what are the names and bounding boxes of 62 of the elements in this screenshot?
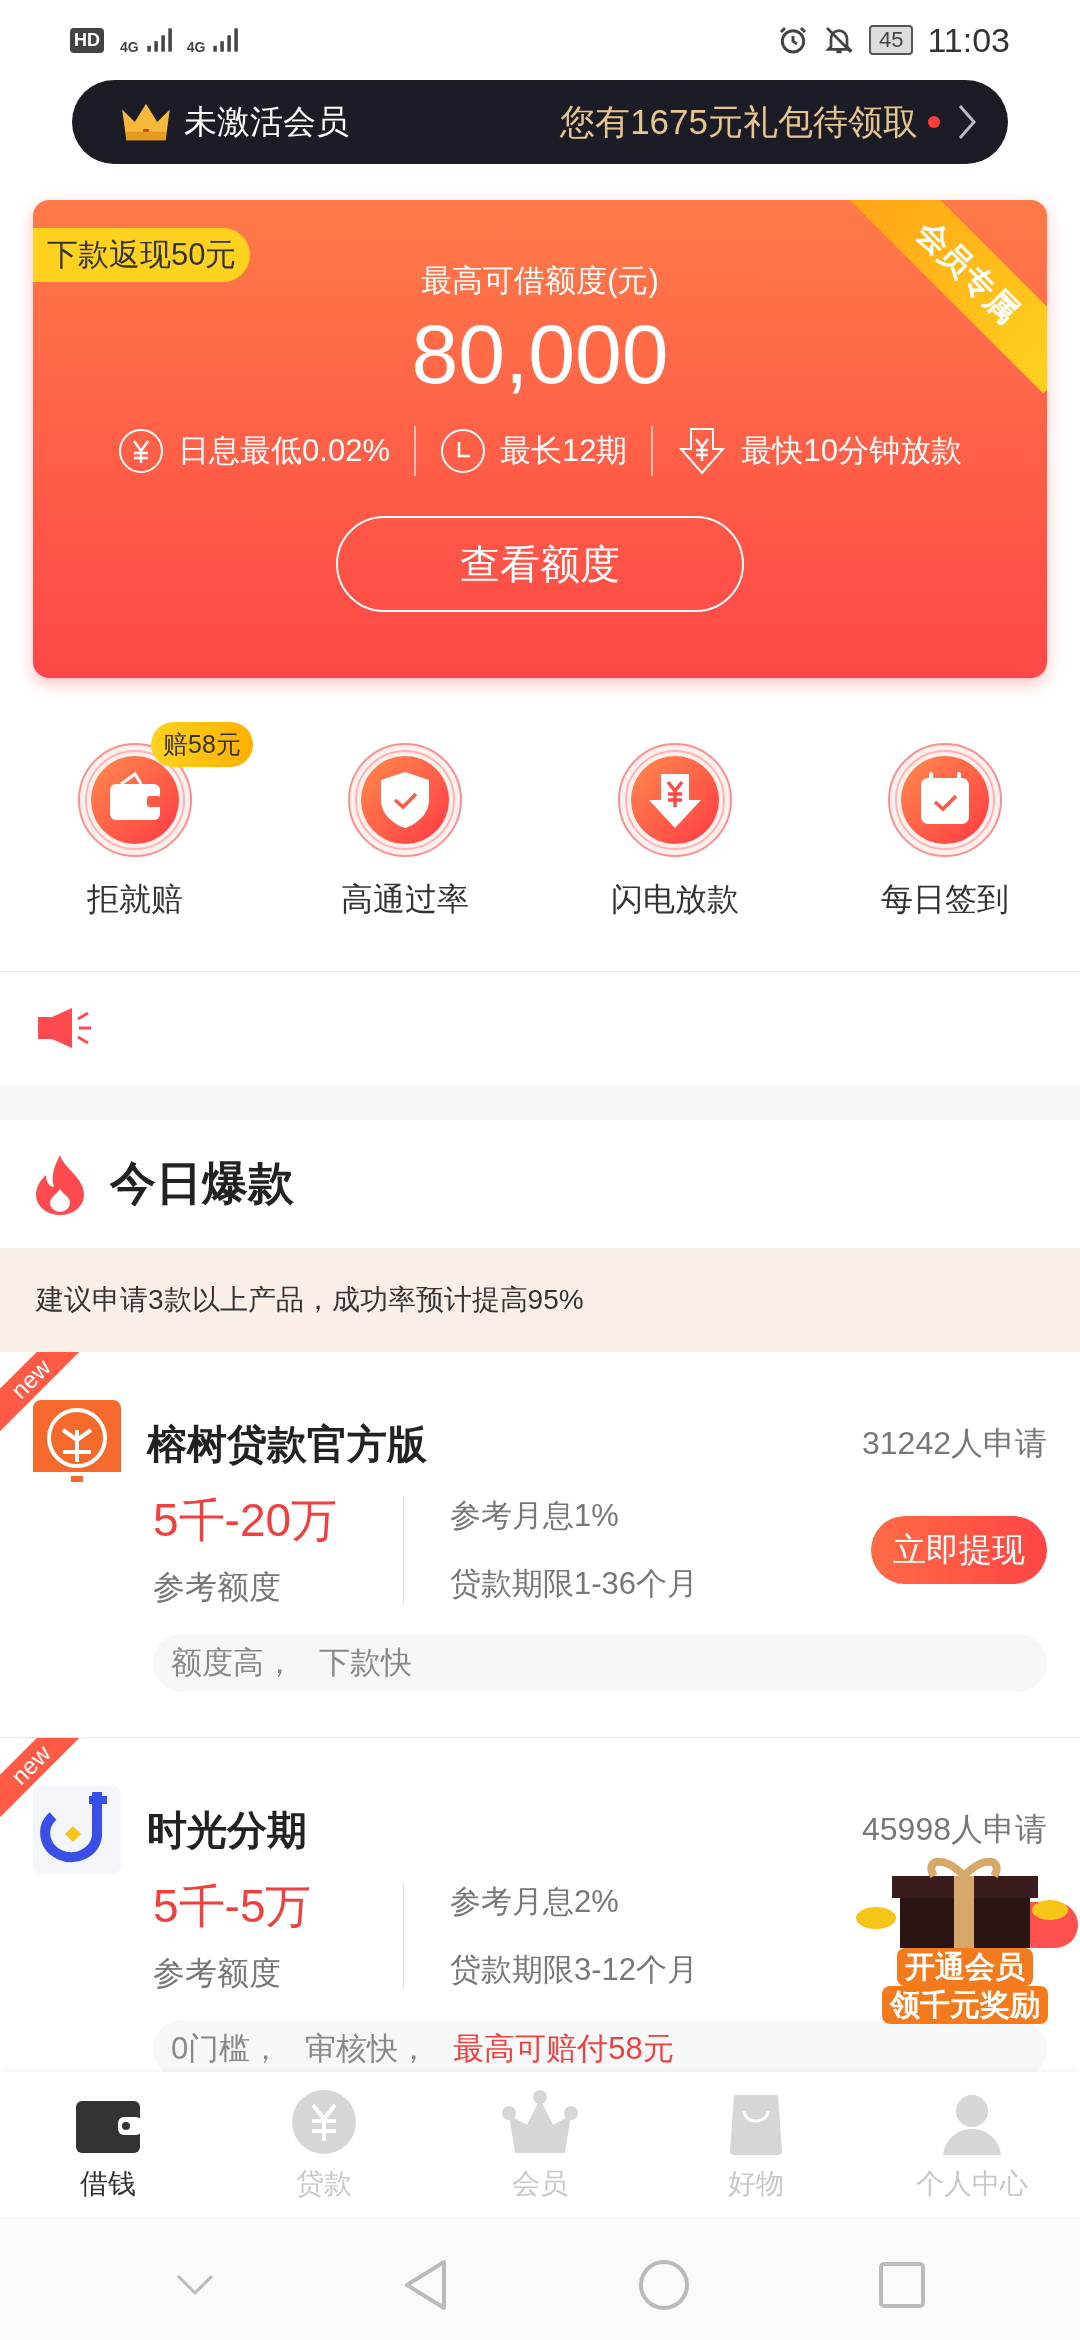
clock-time: 11:03 <box>927 20 1010 60</box>
feature-tag: 下款快 <box>319 1642 412 1684</box>
product-name[interactable]: 榕树贷款官方版 <box>147 1416 836 1472</box>
yuan-coin-icon <box>291 2089 357 2155</box>
clock-icon <box>439 428 486 475</box>
speaker-icon <box>36 1007 94 1049</box>
credit-limit-amount: 80,000 <box>411 308 669 401</box>
quick-action-label[interactable]: 每日签到 <box>881 878 1009 922</box>
member-banner[interactable]: 未激活会员 您有1675元礼包待领取 <box>72 80 1008 164</box>
feature-tag: 额度高， <box>171 1642 295 1684</box>
loan-amount-range: 5千-5万 <box>153 1879 313 1934</box>
product-name[interactable]: 时光分期 <box>147 1802 836 1858</box>
back-icon[interactable] <box>404 2258 449 2311</box>
recents-icon[interactable] <box>879 2261 926 2308</box>
feature-tag: 审核快， <box>305 2028 430 2070</box>
feature-tag: 最高可赔付58元 <box>453 2028 674 2070</box>
quick-action-label[interactable]: 拒就赔 <box>87 878 183 922</box>
battery-indicator: 45 <box>868 25 914 55</box>
cashback-badge: 下款返现50元 <box>33 228 251 282</box>
bell-off-icon <box>822 24 855 56</box>
flame-icon <box>34 1153 86 1215</box>
feature-tag: 0门槛， <box>171 2028 282 2070</box>
tab-item[interactable]: 借钱 <box>0 2072 216 2217</box>
collapse-icon[interactable] <box>174 2272 215 2297</box>
member-status: 未激活会员 <box>184 101 350 142</box>
interest-rate: 参考月息1% <box>450 1497 619 1535</box>
gift-offer-text: 您有1675元礼包待领取 <box>560 100 918 143</box>
signal-icon <box>211 27 240 53</box>
crown-icon <box>501 2089 579 2155</box>
download-yuan-icon <box>677 426 728 477</box>
feature-text: 日息最低0.02% <box>178 432 390 471</box>
hook-logo-icon[interactable] <box>33 1786 121 1874</box>
feature-text: 最长12期 <box>499 432 628 471</box>
credit-limit-label: 最高可借额度(元) <box>421 262 659 300</box>
quick-action-label[interactable]: 闪电放款 <box>611 878 739 922</box>
compensation-badge: 赔58元 <box>151 722 253 767</box>
calendar-check-icon[interactable] <box>887 742 1003 858</box>
tree-logo-icon[interactable] <box>33 1400 121 1488</box>
hd-indicator: HD <box>70 27 104 53</box>
section-title: 今日爆款 <box>110 1156 294 1211</box>
interest-rate: 参考月息2% <box>450 1883 619 1921</box>
quick-action-label[interactable]: 高通过率 <box>341 878 469 922</box>
shopping-bag-icon <box>728 2093 784 2155</box>
amount-label: 参考额度 <box>153 1954 282 1993</box>
applicant-count: 31242人申请 <box>862 1424 1047 1463</box>
network-label: 4G <box>186 39 206 55</box>
network-label: 4G <box>120 39 139 55</box>
tip-text: 建议申请3款以上产品，成功率预计提高95% <box>36 1283 584 1317</box>
home-icon[interactable] <box>637 2258 690 2311</box>
download-yuan-icon[interactable] <box>617 742 733 858</box>
signal-icon <box>144 27 173 53</box>
amount-label: 参考额度 <box>153 1568 282 1607</box>
yuan-icon <box>118 428 165 475</box>
chevron-right-icon <box>956 102 978 142</box>
feature-text: 最快10分钟放款 <box>741 432 962 471</box>
loan-term: 贷款期限3-12个月 <box>450 1951 699 1989</box>
person-icon <box>941 2093 1003 2155</box>
applicant-count: 45998人申请 <box>862 1810 1047 1849</box>
loan-term: 贷款期限1-36个月 <box>450 1565 699 1603</box>
wallet-icon <box>74 2099 142 2155</box>
shield-check-icon[interactable] <box>347 742 463 858</box>
loan-amount-range: 5千-20万 <box>153 1493 339 1548</box>
